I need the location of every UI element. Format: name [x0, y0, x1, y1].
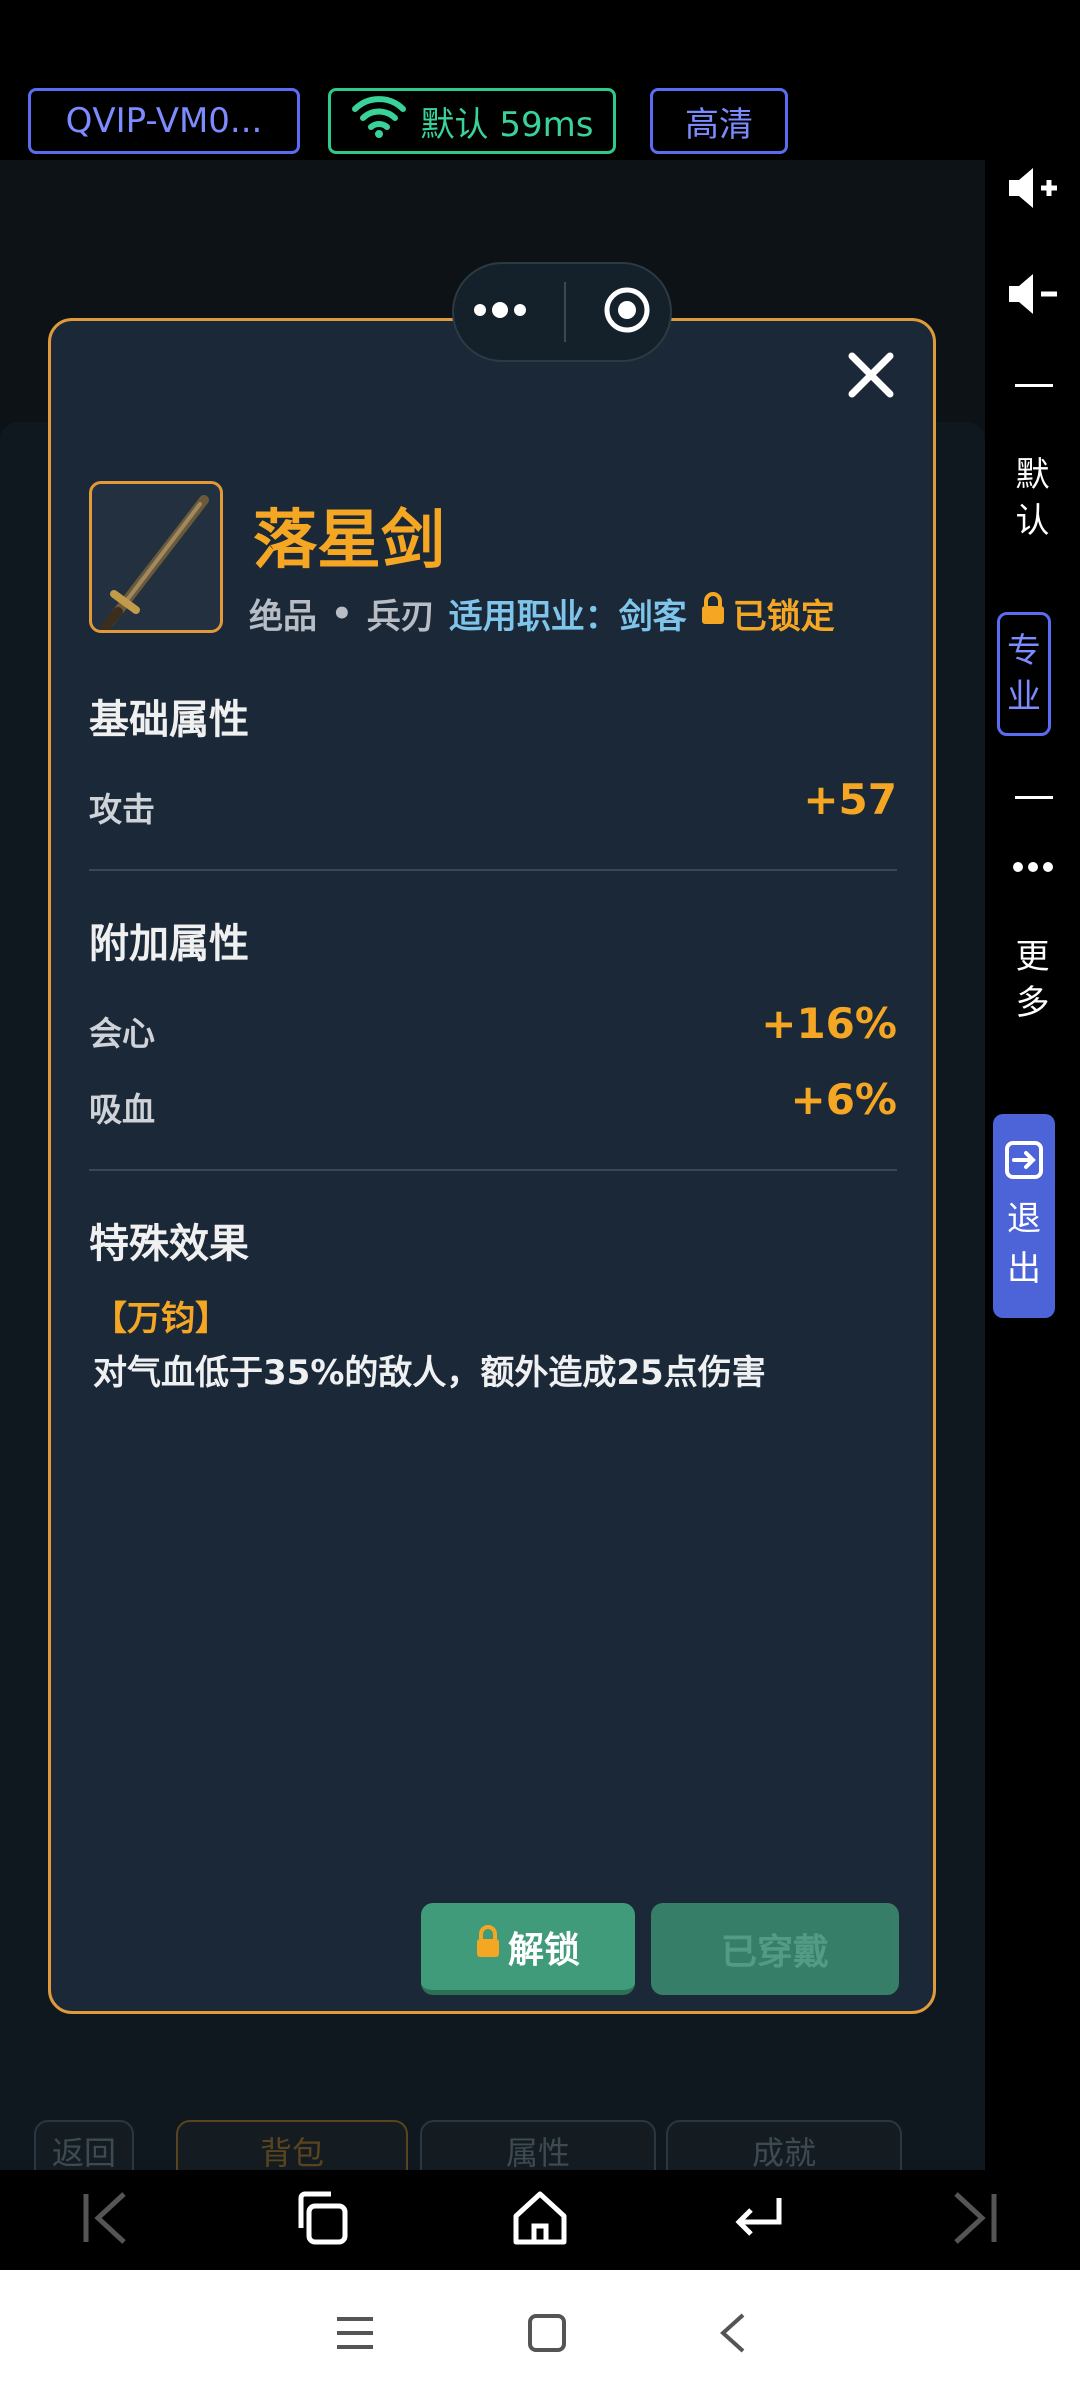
volume-up-icon[interactable] — [985, 166, 1080, 210]
lock-status: 已锁定 — [701, 589, 835, 638]
item-detail-modal: 落星剑 绝品 • 兵刃 适用职业：剑客 已锁定 基础属性 攻击 +57 附加属性… — [48, 318, 936, 2014]
special-effect-title: 特殊效果 — [89, 1221, 249, 1267]
back-icon[interactable] — [717, 2311, 747, 2359]
device-name-chip[interactable]: QVIP-VM0... — [28, 88, 300, 154]
pro-mode-label: 业 — [1007, 677, 1041, 717]
skip-back-icon[interactable] — [80, 2190, 132, 2250]
effect-description: 对气血低于35%的敌人，额外造成25点伤害 — [93, 1353, 766, 1393]
capsule-separator — [564, 282, 566, 342]
stat-value-crit: +16% — [761, 999, 897, 1048]
home-square-icon[interactable] — [527, 2313, 567, 2357]
equipped-button[interactable]: 已穿戴 — [651, 1903, 899, 1995]
equipped-button-label: 已穿戴 — [720, 1932, 829, 1973]
meta-dot: • — [331, 593, 353, 634]
base-attrs-title: 基础属性 — [89, 697, 249, 743]
item-class: 适用职业：剑客 — [448, 597, 687, 637]
lock-icon — [701, 592, 725, 635]
unlock-button-label: 解锁 — [507, 1929, 580, 1971]
more-dots-icon[interactable] — [472, 300, 528, 324]
lock-status-label: 已锁定 — [732, 597, 835, 637]
right-sidebar: 默 认 专 业 更 多 退 出 — [985, 160, 1080, 2170]
system-navigation-bar — [0, 2270, 1080, 2400]
stat-label-attack: 攻击 — [89, 790, 155, 829]
sidebar-divider — [1015, 796, 1053, 799]
item-grade: 绝品 — [249, 597, 317, 637]
exit-icon — [1004, 1140, 1044, 1192]
close-icon[interactable] — [839, 347, 903, 411]
sidebar-divider — [1015, 384, 1053, 387]
network-latency-label: 默认 59ms — [420, 104, 594, 145]
unlock-button[interactable]: 解锁 — [421, 1903, 635, 1995]
skip-forward-icon[interactable] — [948, 2190, 1000, 2250]
pro-mode-button[interactable]: 专 业 — [997, 612, 1051, 736]
stat-value-attack: +57 — [803, 775, 897, 824]
default-mode-label: 认 — [1015, 501, 1050, 541]
remote-control-toolbar — [0, 2170, 1080, 2270]
stat-label-crit: 会心 — [89, 1014, 155, 1053]
extra-attrs-title: 附加属性 — [89, 921, 249, 967]
more-label: 多 — [1015, 983, 1050, 1023]
divider — [89, 1169, 897, 1171]
network-chip[interactable]: 默认 59ms — [328, 88, 616, 154]
sword-icon — [89, 481, 223, 633]
stat-value-lifesteal: +6% — [790, 1075, 898, 1124]
default-mode-button[interactable]: 默 认 — [985, 452, 1080, 544]
effect-name: 【万钧】 — [93, 1299, 229, 1339]
device-name-label: QVIP-VM0... — [65, 101, 263, 141]
miniprogram-capsule — [452, 262, 672, 362]
more-label: 更 — [1015, 937, 1050, 977]
quality-label: 高清 — [685, 104, 753, 145]
pro-mode-label: 专 — [1007, 631, 1041, 671]
default-mode-label: 默 — [1015, 455, 1050, 495]
copy-icon[interactable] — [291, 2188, 351, 2252]
return-icon[interactable] — [729, 2188, 789, 2252]
more-button[interactable]: 更 多 — [985, 934, 1080, 1026]
exit-button[interactable]: 退 出 — [993, 1114, 1055, 1318]
stat-label-lifesteal: 吸血 — [89, 1090, 155, 1129]
exit-label: 出 — [1007, 1249, 1041, 1289]
quality-chip[interactable]: 高清 — [650, 88, 788, 154]
exit-label: 退 — [1007, 1199, 1041, 1239]
more-dots-icon[interactable] — [985, 860, 1080, 874]
item-name: 落星剑 — [253, 504, 445, 578]
target-close-icon[interactable] — [602, 285, 652, 339]
divider — [89, 869, 897, 871]
menu-icon[interactable] — [333, 2313, 377, 2357]
item-meta-row: 绝品 • 兵刃 适用职业：剑客 已锁定 — [249, 589, 835, 638]
item-type: 兵刃 — [366, 597, 435, 637]
home-icon[interactable] — [510, 2188, 570, 2252]
lock-icon — [476, 1925, 500, 1968]
volume-down-icon[interactable] — [985, 272, 1080, 316]
wifi-icon — [351, 95, 407, 148]
